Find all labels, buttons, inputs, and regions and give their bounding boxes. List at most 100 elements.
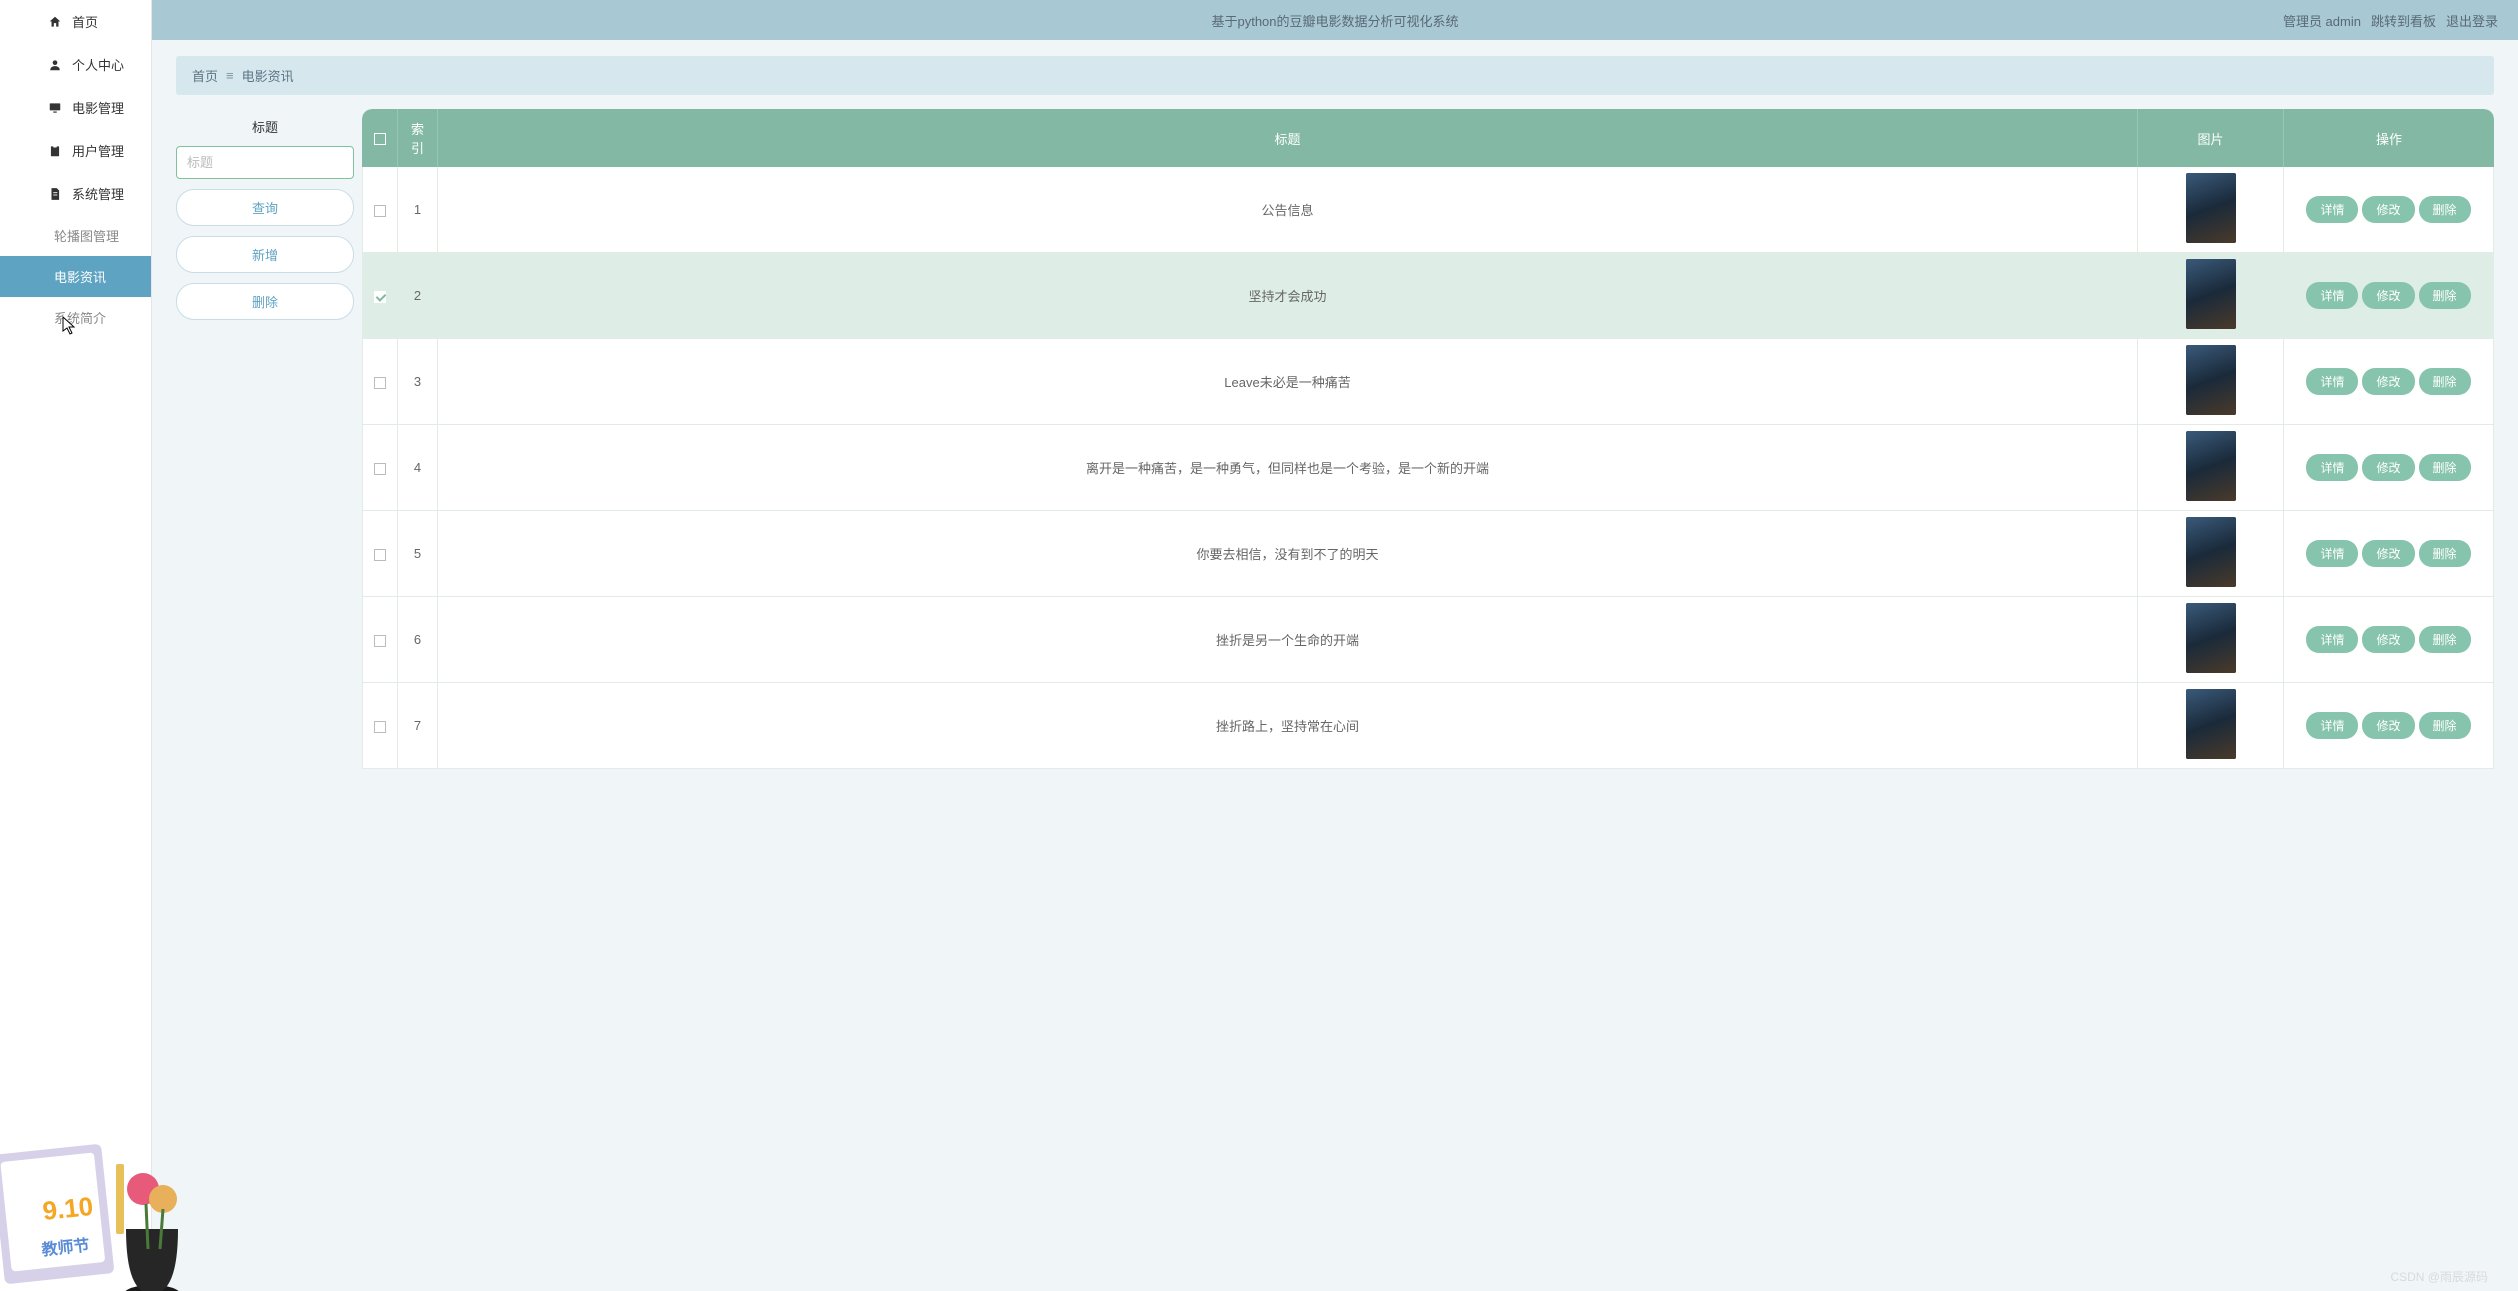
detail-button[interactable]: 详情 (2306, 626, 2358, 653)
row-image (2138, 253, 2284, 339)
row-ops: 详情修改删除 (2284, 683, 2494, 769)
col-ops: 操作 (2284, 109, 2494, 167)
table-row: 5你要去相信，没有到不了的明天详情修改删除 (362, 511, 2494, 597)
sidebar-item-home[interactable]: 首页 (0, 0, 151, 43)
row-title: 挫折是另一个生命的开端 (438, 597, 2138, 683)
watermark: CSDN @雨辰源码 (2390, 1268, 2488, 1285)
sidebar-item-label: 首页 (72, 12, 98, 31)
clipboard-icon (48, 144, 62, 158)
sidebar: 首页 个人中心 电影管理 用户管理 系统管理 轮播图管理 电影资讯 系统简介 (0, 0, 152, 1291)
home-icon (48, 15, 62, 29)
thumbnail-image (2186, 173, 2236, 243)
admin-label[interactable]: 管理员 admin (2283, 11, 2361, 30)
table-row: 1公告信息 详情修改删除 (362, 167, 2494, 253)
row-checkbox[interactable] (374, 549, 386, 561)
row-delete-button[interactable]: 删除 (2419, 368, 2471, 395)
logout-link[interactable]: 退出登录 (2446, 11, 2498, 30)
detail-button[interactable]: 详情 (2306, 368, 2358, 395)
row-checkbox[interactable] (374, 635, 386, 647)
col-checkbox[interactable] (362, 109, 398, 167)
breadcrumb-home[interactable]: 首页 (192, 66, 218, 85)
row-title: 你要去相信，没有到不了的明天 (438, 511, 2138, 597)
filter-panel: 标题 查询 新增 删除 (176, 109, 354, 1291)
sidebar-item-label: 系统管理 (72, 184, 124, 203)
topbar: 基于python的豆瓣电影数据分析可视化系统 管理员 admin 跳转到看板 退… (152, 0, 2518, 40)
row-index: 1 (398, 167, 438, 253)
edit-button[interactable]: 修改 (2362, 196, 2414, 223)
row-checkbox[interactable] (374, 463, 386, 475)
table-row: 4离开是一种痛苦，是一种勇气，但同样也是一个考验，是一个新的开端 详情修改删除 (362, 425, 2494, 511)
main: 基于python的豆瓣电影数据分析可视化系统 管理员 admin 跳转到看板 退… (152, 0, 2518, 1291)
row-index: 2 (398, 253, 438, 339)
detail-button[interactable]: 详情 (2306, 282, 2358, 309)
row-ops: 详情修改删除 (2284, 425, 2494, 511)
row-checkbox[interactable] (374, 291, 386, 303)
delete-button[interactable]: 删除 (176, 283, 354, 320)
row-delete-button[interactable]: 删除 (2419, 282, 2471, 309)
user-icon (48, 58, 62, 72)
row-delete-button[interactable]: 删除 (2419, 712, 2471, 739)
table-row: 3Leave未必是一种痛苦 详情修改删除 (362, 339, 2494, 425)
edit-button[interactable]: 修改 (2362, 626, 2414, 653)
row-image (2138, 511, 2284, 597)
row-ops: 详情修改删除 (2284, 597, 2494, 683)
row-ops: 详情修改删除 (2284, 253, 2494, 339)
edit-button[interactable]: 修改 (2362, 454, 2414, 481)
row-image (2138, 167, 2284, 253)
detail-button[interactable]: 详情 (2306, 712, 2358, 739)
row-ops: 详情修改删除 (2284, 339, 2494, 425)
edit-button[interactable]: 修改 (2362, 712, 2414, 739)
breadcrumb: 首页 ≡ 电影资讯 (176, 56, 2494, 95)
detail-button[interactable]: 详情 (2306, 196, 2358, 223)
table-row: 2坚持才会成功详情修改删除 (362, 253, 2494, 339)
thumbnail-image (2186, 603, 2236, 673)
sidebar-item-users[interactable]: 用户管理 (0, 129, 151, 172)
thumbnail-image (2186, 517, 2236, 587)
query-button[interactable]: 查询 (176, 189, 354, 226)
app-title: 基于python的豆瓣电影数据分析可视化系统 (1211, 11, 1458, 30)
edit-button[interactable]: 修改 (2362, 282, 2414, 309)
edit-button[interactable]: 修改 (2362, 540, 2414, 567)
row-title: 离开是一种痛苦，是一种勇气，但同样也是一个考验，是一个新的开端 (438, 425, 2138, 511)
row-checkbox[interactable] (374, 377, 386, 389)
sidebar-item-label: 电影管理 (72, 98, 124, 117)
thumbnail-image (2186, 345, 2236, 415)
sidebar-item-movies[interactable]: 电影管理 (0, 86, 151, 129)
detail-button[interactable]: 详情 (2306, 454, 2358, 481)
row-delete-button[interactable]: 删除 (2419, 454, 2471, 481)
table-row: 7挫折路上，坚持常在心间详情修改删除 (362, 683, 2494, 769)
col-index: 索引 (398, 109, 438, 167)
file-icon (48, 187, 62, 201)
row-delete-button[interactable]: 删除 (2419, 540, 2471, 567)
row-checkbox[interactable] (374, 205, 386, 217)
row-image (2138, 339, 2284, 425)
row-checkbox[interactable] (374, 721, 386, 733)
breadcrumb-sep: ≡ (226, 68, 234, 83)
row-delete-button[interactable]: 删除 (2419, 196, 2471, 223)
row-index: 3 (398, 339, 438, 425)
row-title: Leave未必是一种痛苦 (438, 339, 2138, 425)
detail-button[interactable]: 详情 (2306, 540, 2358, 567)
title-input[interactable] (176, 146, 354, 179)
col-image: 图片 (2138, 109, 2284, 167)
filter-label: 标题 (176, 109, 354, 146)
row-ops: 详情修改删除 (2284, 511, 2494, 597)
row-title: 公告信息 (438, 167, 2138, 253)
row-delete-button[interactable]: 删除 (2419, 626, 2471, 653)
row-image (2138, 425, 2284, 511)
sidebar-sub-carousel[interactable]: 轮播图管理 (0, 215, 151, 256)
dashboard-link[interactable]: 跳转到看板 (2371, 11, 2436, 30)
row-title: 挫折路上，坚持常在心间 (438, 683, 2138, 769)
edit-button[interactable]: 修改 (2362, 368, 2414, 395)
sidebar-item-label: 个人中心 (72, 55, 124, 74)
monitor-icon (48, 101, 62, 115)
data-table: 索引 标题 图片 操作 1公告信息详情修改删除2坚持才会成功详情修改删除3Lea… (362, 109, 2494, 1291)
sidebar-sub-intro[interactable]: 系统简介 (0, 297, 151, 338)
row-index: 4 (398, 425, 438, 511)
sidebar-item-profile[interactable]: 个人中心 (0, 43, 151, 86)
sidebar-sub-news[interactable]: 电影资讯 (0, 256, 151, 297)
sidebar-item-system[interactable]: 系统管理 (0, 172, 151, 215)
thumbnail-image (2186, 259, 2236, 329)
sidebar-item-label: 用户管理 (72, 141, 124, 160)
add-button[interactable]: 新增 (176, 236, 354, 273)
